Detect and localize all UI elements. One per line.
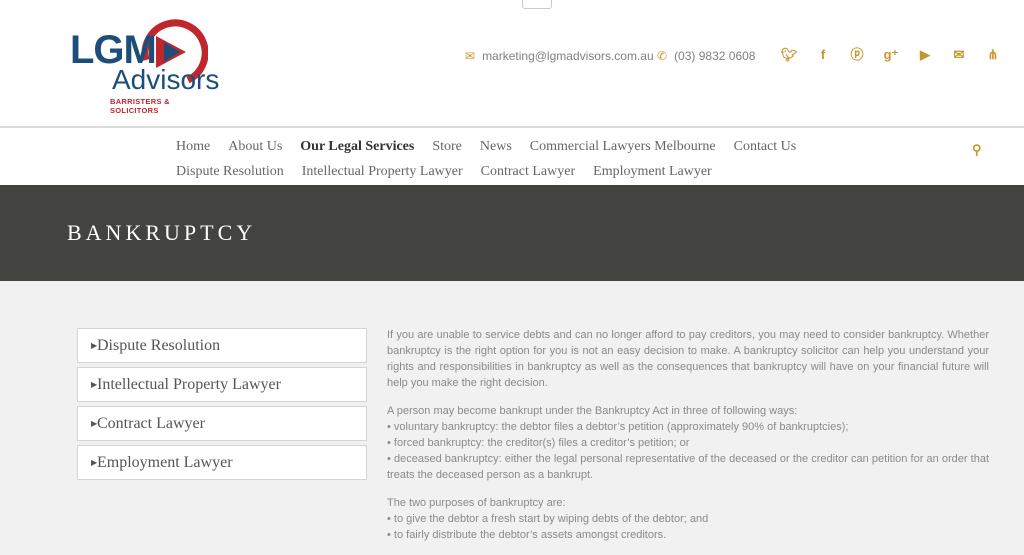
- ways-bullet-voluntary: • voluntary bankruptcy: the debtor files…: [387, 421, 849, 433]
- main-navigation: Home About Us Our Legal Services Store N…: [0, 128, 1024, 185]
- ways-paragraph: A person may become bankrupt under the B…: [387, 403, 989, 483]
- caret-right-icon: ▶: [91, 341, 98, 350]
- nav-item-news[interactable]: News: [480, 137, 512, 157]
- sidebar-item-label: Intellectual Property Lawyer: [97, 376, 281, 393]
- pinterest-icon[interactable]: ⓟ: [840, 46, 874, 64]
- social-links: 🐦︎ f ⓟ g⁺ ▶ ✉ ⋔: [772, 46, 1010, 64]
- phone-number[interactable]: (03) 9832 0608: [674, 48, 755, 64]
- nav-item-commercial-lawyers[interactable]: Commercial Lawyers Melbourne: [530, 137, 716, 157]
- ways-intro: A person may become bankrupt under the B…: [387, 405, 798, 417]
- envelope-icon: ✉: [465, 49, 476, 63]
- services-sidebar: ▶ Dispute Resolution ▶ Intellectual Prop…: [77, 328, 367, 484]
- nav-item-store[interactable]: Store: [432, 137, 462, 157]
- sidebar-item-label: Contract Lawyer: [97, 415, 205, 432]
- phone-contact[interactable]: ✆ (03) 9832 0608: [657, 48, 755, 64]
- purposes-intro: The two purposes of bankruptcy are:: [387, 497, 566, 509]
- nav-item-dispute-resolution[interactable]: Dispute Resolution: [176, 162, 284, 182]
- nav-item-employment-lawyer[interactable]: Employment Lawyer: [593, 162, 712, 182]
- youtube-icon[interactable]: ▶: [908, 46, 942, 64]
- google-plus-icon[interactable]: g⁺: [874, 46, 908, 64]
- purposes-bullet-fresh-start: • to give the debtor a fresh start by wi…: [387, 513, 709, 525]
- purposes-paragraph: The two purposes of bankruptcy are: • to…: [387, 495, 989, 543]
- header-toggle-tab[interactable]: [522, 0, 552, 9]
- nav-row-secondary: Dispute Resolution Intellectual Property…: [176, 162, 712, 182]
- sidebar-item-label: Employment Lawyer: [97, 454, 233, 471]
- logo-tagline: BARRISTERS & SOLICITORS: [110, 97, 170, 115]
- sidebar-item-contract-lawyer[interactable]: ▶ Contract Lawyer: [77, 406, 367, 441]
- sidebar-item-employment-lawyer[interactable]: ▶ Employment Lawyer: [77, 445, 367, 480]
- search-icon[interactable]: ⚲: [972, 142, 982, 158]
- site-header: LGM Advisors BARRISTERS & SOLICITORS ✉ m…: [0, 0, 1024, 126]
- article-body: If you are unable to service debts and c…: [387, 327, 989, 555]
- sidebar-item-label: Dispute Resolution: [97, 337, 221, 354]
- caret-right-icon: ▶: [91, 380, 98, 389]
- logo-subtext: Advisors: [112, 64, 220, 95]
- nav-item-home[interactable]: Home: [176, 137, 210, 157]
- twitter-icon[interactable]: 🐦︎: [772, 46, 806, 64]
- caret-right-icon: ▶: [91, 458, 98, 467]
- email-contact[interactable]: ✉ marketing@lgmadvisors.com.au: [465, 48, 654, 64]
- ways-bullet-deceased: • deceased bankruptcy: either the legal …: [387, 453, 989, 481]
- mail-icon[interactable]: ✉: [942, 46, 976, 64]
- ways-bullet-forced: • forced bankruptcy: the creditor(s) fil…: [387, 437, 690, 449]
- nav-row-primary: Home About Us Our Legal Services Store N…: [176, 137, 796, 157]
- sidebar-item-intellectual-property[interactable]: ▶ Intellectual Property Lawyer: [77, 367, 367, 402]
- nav-item-about-us[interactable]: About Us: [228, 137, 282, 157]
- nav-item-our-legal-services[interactable]: Our Legal Services: [300, 137, 414, 157]
- nav-item-intellectual-property[interactable]: Intellectual Property Lawyer: [302, 162, 463, 182]
- facebook-icon[interactable]: f: [806, 46, 840, 64]
- intro-paragraph: If you are unable to service debts and c…: [387, 329, 989, 389]
- page-banner: BANKRUPTCY: [0, 185, 1024, 281]
- purposes-bullet-distribute: • to fairly distribute the debtor’s asse…: [387, 529, 667, 541]
- nav-item-contact-us[interactable]: Contact Us: [734, 137, 797, 157]
- sitemap-icon[interactable]: ⋔: [976, 46, 1010, 64]
- phone-icon: ✆: [657, 49, 668, 63]
- site-logo[interactable]: LGM Advisors BARRISTERS & SOLICITORS: [70, 14, 220, 115]
- sidebar-item-dispute-resolution[interactable]: ▶ Dispute Resolution: [77, 328, 367, 363]
- caret-right-icon: ▶: [91, 419, 98, 428]
- nav-item-contract-lawyer[interactable]: Contract Lawyer: [481, 162, 575, 182]
- page-title: BANKRUPTCY: [67, 220, 257, 245]
- email-link[interactable]: marketing@lgmadvisors.com.au: [482, 48, 654, 64]
